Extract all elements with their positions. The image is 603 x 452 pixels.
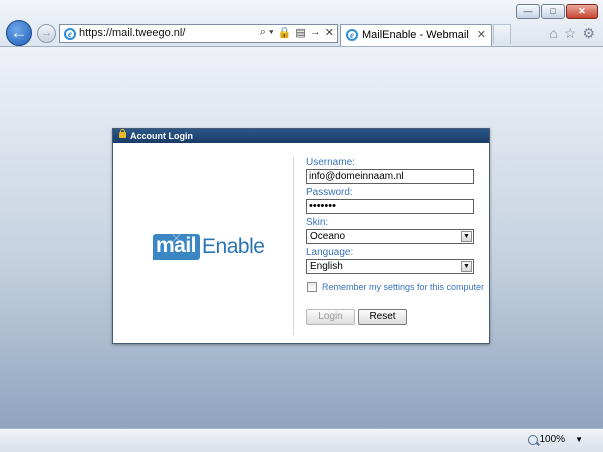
skin-select[interactable]: Oceano ▼: [306, 229, 474, 244]
chevron-down-icon[interactable]: ▼: [461, 231, 472, 242]
login-form: Username: Password: ••••••• Skin: Oceano…: [306, 157, 484, 325]
address-url[interactable]: https://mail.tweego.nl/: [79, 27, 185, 39]
remember-label[interactable]: Remember my settings for this computer: [322, 282, 484, 292]
window-controls: — □ ✕: [515, 4, 598, 19]
logo-enable-text: Enable: [202, 235, 265, 258]
page-viewport: Account Login mail Enable Username: Pass…: [0, 47, 603, 428]
home-icon[interactable]: ⌂: [549, 25, 557, 42]
back-button[interactable]: ←: [6, 20, 32, 46]
browser-toolbar-right: ⌂ ☆ ⚙: [543, 25, 595, 42]
magnifier-icon: [527, 434, 538, 445]
form-buttons: Login Reset: [306, 309, 476, 325]
maximize-button[interactable]: □: [541, 4, 565, 19]
username-label: Username:: [306, 157, 355, 168]
go-icon[interactable]: →: [310, 26, 321, 39]
remember-checkbox[interactable]: [307, 282, 317, 292]
browser-chrome: — □ ✕ ← → e https://mail.tweego.nl/ ⌕ ▾ …: [0, 0, 603, 47]
zoom-control[interactable]: 100% ▼: [527, 434, 583, 445]
language-select[interactable]: English ▼: [306, 259, 474, 274]
close-window-button[interactable]: ✕: [566, 4, 598, 19]
dialog-divider: [293, 157, 294, 335]
lock-icon[interactable]: 🔒: [278, 26, 292, 39]
padlock-icon: [119, 129, 126, 138]
password-field[interactable]: •••••••: [306, 199, 474, 214]
zoom-dropdown-icon[interactable]: ▼: [575, 435, 583, 444]
dialog-title: Account Login: [130, 131, 193, 141]
new-tab-button[interactable]: [493, 24, 511, 44]
password-label: Password:: [306, 187, 353, 198]
login-dialog: Account Login mail Enable Username: Pass…: [112, 128, 490, 344]
chevron-down-icon[interactable]: ▼: [461, 261, 472, 272]
tab-title: MailEnable - Webmail: [362, 29, 469, 41]
username-field[interactable]: [306, 169, 474, 184]
zoom-level: 100%: [539, 434, 566, 445]
language-selected-value: English: [310, 261, 343, 272]
logo-mail-text: mail: [153, 234, 201, 260]
ie-tab-icon: e: [346, 29, 358, 41]
dialog-header: Account Login: [113, 129, 489, 143]
tab-webmail[interactable]: e MailEnable - Webmail ✕: [340, 24, 492, 46]
mailenable-logo: mail Enable: [153, 232, 265, 262]
forward-button[interactable]: →: [37, 24, 56, 43]
arrow-left-icon: ←: [10, 23, 28, 42]
reset-button[interactable]: Reset: [358, 309, 407, 325]
minimize-button[interactable]: —: [516, 4, 540, 19]
compatibility-icon[interactable]: ▤: [295, 26, 305, 39]
ie-page-icon: e: [64, 28, 76, 40]
search-icon[interactable]: ⌕ ▾: [260, 26, 274, 39]
language-label: Language:: [306, 247, 354, 258]
settings-gear-icon[interactable]: ⚙: [582, 25, 595, 42]
skin-selected-value: Oceano: [310, 231, 346, 242]
skin-label: Skin:: [306, 217, 329, 228]
login-button[interactable]: Login: [306, 309, 355, 325]
address-tools: ⌕ ▾ 🔒 ▤ → ✕: [256, 26, 334, 39]
tab-close-icon[interactable]: ✕: [477, 28, 486, 41]
stop-icon[interactable]: ✕: [325, 26, 334, 39]
favorites-icon[interactable]: ☆: [564, 25, 577, 42]
remember-settings[interactable]: Remember my settings for this computer: [306, 281, 484, 295]
address-bar[interactable]: e https://mail.tweego.nl/ ⌕ ▾ 🔒 ▤ → ✕: [59, 24, 338, 43]
arrow-right-icon: →: [41, 27, 52, 39]
status-bar: 100% ▼: [0, 428, 603, 452]
